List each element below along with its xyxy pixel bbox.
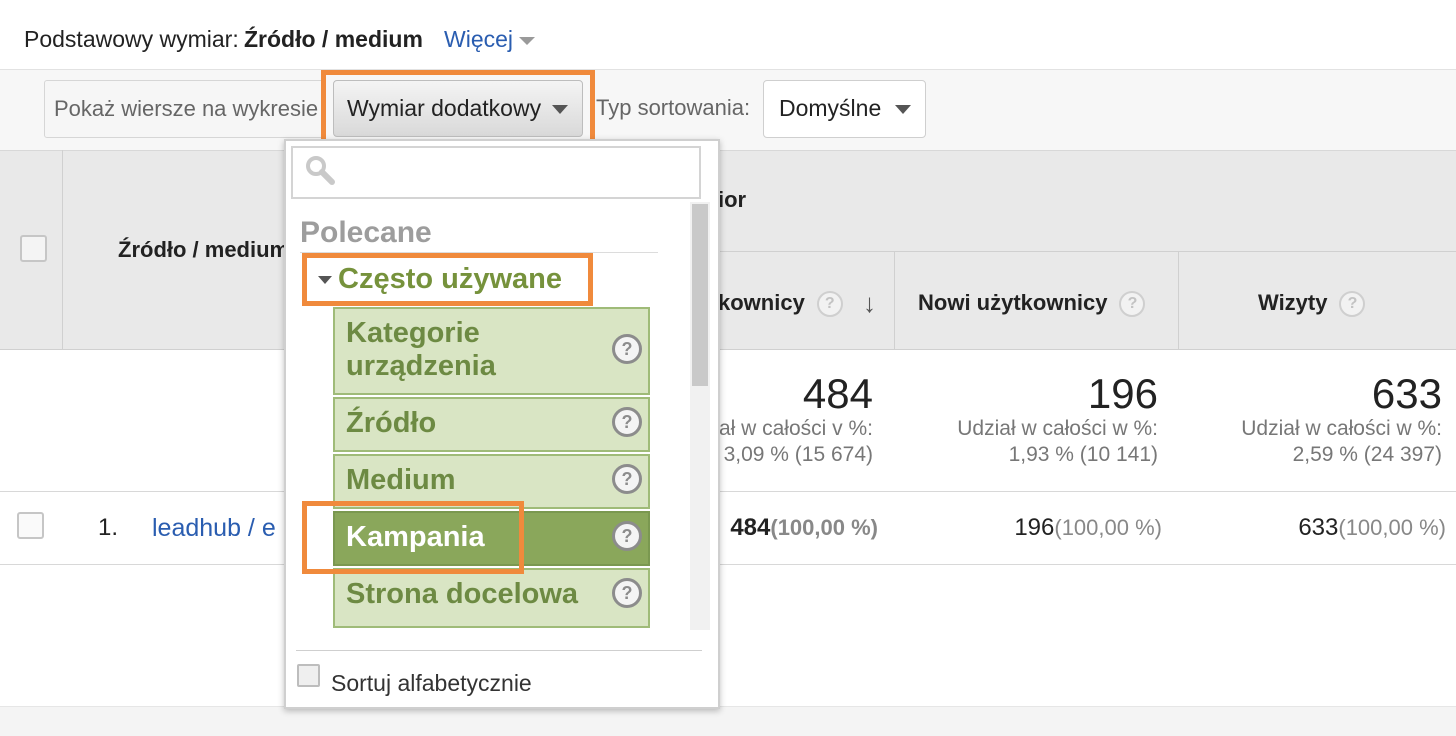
highlight-box-campaign bbox=[302, 501, 524, 574]
total-users-value: 484 bbox=[802, 370, 873, 417]
help-icon[interactable]: ? bbox=[1119, 291, 1146, 318]
total-new-users-share-detail: 1,93 % (10 141) bbox=[1008, 443, 1158, 466]
dimension-item-landing-page[interactable]: Strona docelowa ? bbox=[333, 568, 650, 628]
row-users-cell: 484(100,00 %) bbox=[700, 514, 878, 542]
help-icon[interactable]: ? bbox=[612, 407, 642, 437]
total-new-users-value: 196 bbox=[1087, 370, 1158, 417]
sort-desc-arrow-icon[interactable]: ↓ bbox=[863, 288, 876, 319]
new-users-column-label: Nowi użytkownicy bbox=[918, 290, 1108, 315]
highlight-box-frequently-used bbox=[302, 253, 593, 306]
header-divider bbox=[700, 251, 1456, 252]
primary-dimension-label: Podstawowy wymiar: bbox=[24, 26, 239, 52]
new-users-column-header[interactable]: Nowi użytkownicy? bbox=[918, 290, 1146, 318]
plot-rows-button[interactable]: Pokaż wiersze na wykresie bbox=[44, 80, 326, 138]
help-icon[interactable]: ? bbox=[816, 291, 843, 318]
help-icon[interactable]: ? bbox=[1339, 291, 1366, 318]
dimension-search-input[interactable] bbox=[291, 146, 701, 199]
sort-type-select[interactable]: Domyślne bbox=[763, 80, 926, 138]
dimension-item-label: Medium bbox=[346, 464, 456, 496]
row-index: 1. bbox=[98, 514, 119, 541]
help-icon[interactable]: ? bbox=[612, 334, 642, 364]
total-sessions-share: Udział w całości w %: bbox=[1241, 417, 1442, 440]
row-new-users-value: 196 bbox=[1014, 514, 1055, 541]
dimension-item-label: Źródło bbox=[346, 407, 437, 439]
metric-group-header: ior bbox=[718, 187, 747, 212]
primary-dimension-value: Źródło / medium bbox=[244, 26, 423, 52]
dropdown-scrollbar-thumb[interactable] bbox=[692, 204, 708, 386]
sort-alphabetically-label[interactable]: Sortuj alfabetycznie bbox=[331, 670, 532, 697]
sort-type-label: Typ sortowania: bbox=[596, 95, 751, 120]
dimension-item-source[interactable]: Źródło ? bbox=[333, 397, 650, 452]
select-all-checkbox[interactable] bbox=[20, 235, 47, 262]
users-column-label: kownicy bbox=[718, 290, 805, 315]
sessions-column-header[interactable]: Wizyty? bbox=[1258, 290, 1366, 318]
help-icon[interactable]: ? bbox=[612, 521, 642, 551]
chevron-down-icon bbox=[895, 105, 911, 114]
row-users-value: 484 bbox=[730, 514, 771, 541]
search-icon bbox=[303, 153, 337, 192]
sort-alphabetically-checkbox[interactable] bbox=[297, 664, 320, 687]
row-users-pct: (100,00 %) bbox=[770, 515, 878, 540]
row-sessions-value: 633 bbox=[1298, 514, 1339, 541]
more-link-label: Więcej bbox=[444, 26, 514, 52]
row-sessions-cell: 633(100,00 %) bbox=[1184, 514, 1446, 542]
row-new-users-cell: 196(100,00 %) bbox=[900, 514, 1162, 542]
total-new-users-share: Udział w całości w %: bbox=[957, 417, 1158, 440]
dimension-item-label: Kategorie urządzenia bbox=[346, 317, 496, 382]
sessions-column-label: Wizyty bbox=[1258, 290, 1328, 315]
sort-type-value: Domyślne bbox=[779, 95, 882, 121]
total-users-share-detail: 3,09 % (15 674) bbox=[723, 443, 873, 466]
total-users-share: ał w całości v %: bbox=[718, 417, 873, 440]
total-sessions-value: 633 bbox=[1371, 370, 1442, 417]
help-icon[interactable]: ? bbox=[612, 578, 642, 608]
highlight-box-secondary-dimension bbox=[321, 70, 595, 146]
source-medium-column-header[interactable]: Źródło / medium bbox=[118, 237, 289, 263]
row-sessions-pct: (100,00 %) bbox=[1338, 515, 1446, 540]
row-new-users-pct: (100,00 %) bbox=[1054, 515, 1162, 540]
dimension-item-device-category[interactable]: Kategorie urządzenia ? bbox=[333, 307, 650, 395]
dimension-item-label: Strona docelowa bbox=[346, 578, 579, 610]
help-icon[interactable]: ? bbox=[612, 464, 642, 494]
row-source-link[interactable]: leadhub / e bbox=[152, 514, 276, 543]
row-checkbox[interactable] bbox=[17, 512, 44, 539]
chevron-down-icon bbox=[519, 36, 536, 45]
more-dimensions-link[interactable]: Więcej bbox=[444, 26, 536, 53]
users-column-header[interactable]: kownicy? bbox=[718, 290, 843, 318]
footer-strip bbox=[0, 706, 1456, 736]
total-sessions-share-detail: 2,59 % (24 397) bbox=[1292, 443, 1442, 466]
recommended-section-title: Polecane bbox=[300, 216, 432, 249]
dropdown-footer-divider bbox=[296, 650, 702, 651]
